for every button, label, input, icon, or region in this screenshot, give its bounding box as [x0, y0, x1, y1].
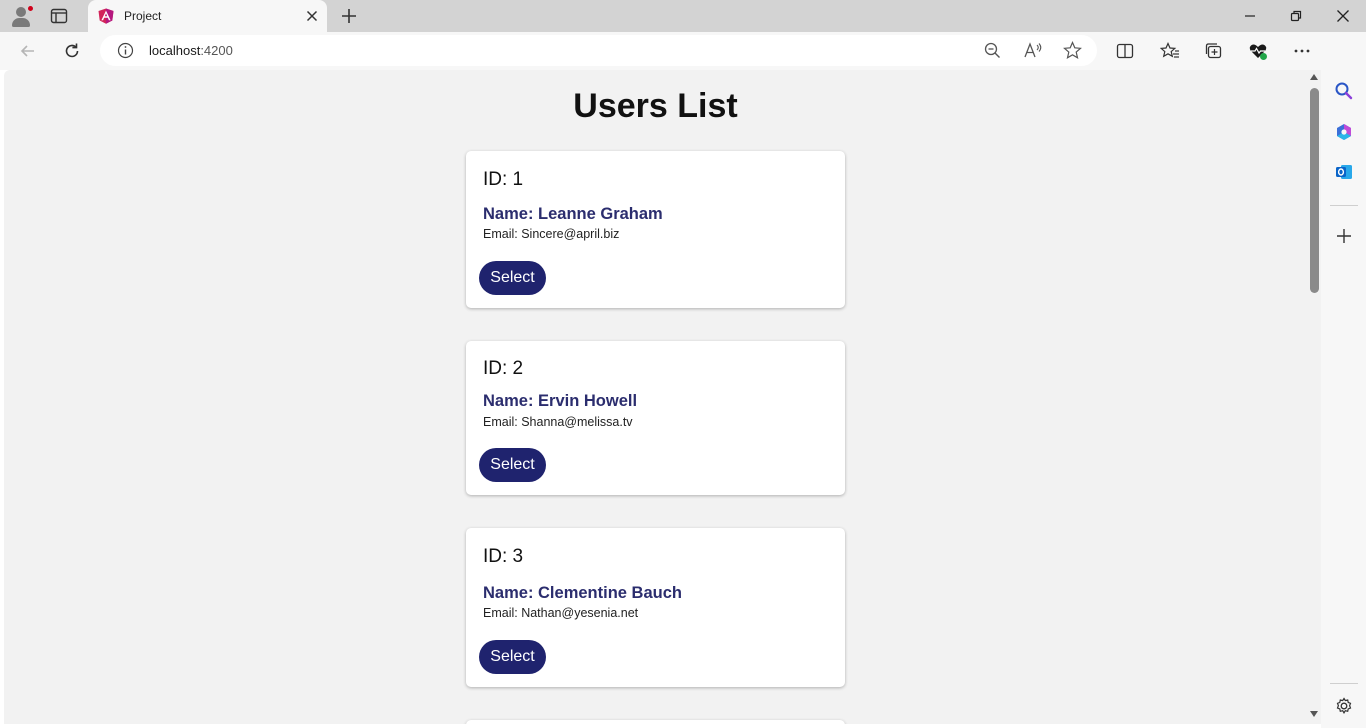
user-card: ID: 3 Name: Clementine Bauch Email: Nath…: [466, 528, 845, 687]
profile-avatar-icon[interactable]: [10, 5, 34, 27]
user-card: ID: 1 Name: Leanne Graham Email: Sincere…: [466, 151, 845, 308]
page-title: Users List: [573, 87, 738, 125]
restore-icon[interactable]: [1286, 6, 1306, 26]
close-window-icon[interactable]: [1333, 6, 1353, 26]
collections-icon[interactable]: [1204, 41, 1224, 61]
user-name: Name: Leanne Graham: [483, 205, 663, 223]
add-sidebar-app-icon[interactable]: [1334, 226, 1354, 246]
address-bar[interactable]: localhost:4200: [100, 35, 1097, 66]
scrollbar-thumb[interactable]: [1310, 88, 1319, 293]
tab-title: Project: [124, 9, 162, 23]
select-user-button[interactable]: Select: [479, 261, 546, 295]
angular-logo-icon: [98, 8, 114, 24]
new-tab-icon[interactable]: [340, 7, 358, 25]
back-arrow-icon[interactable]: [18, 41, 38, 61]
select-user-button[interactable]: Select: [479, 448, 546, 482]
sidebar-divider: [1330, 205, 1358, 206]
page-viewport: Users List ID: 1 Name: Leanne Graham Ema…: [4, 70, 1307, 724]
tab-strip: Project: [0, 0, 1366, 32]
favorites-icon[interactable]: [1160, 41, 1180, 61]
user-card: ID: 2 Name: Ervin Howell Email: Shanna@m…: [466, 341, 845, 495]
favorite-star-icon[interactable]: [1063, 41, 1082, 60]
zoom-out-icon[interactable]: [983, 41, 1002, 60]
user-email: Email: Sincere@april.biz: [483, 227, 620, 241]
browser-essentials-icon[interactable]: [1248, 41, 1268, 61]
url-port: :4200: [200, 43, 233, 58]
outlook-icon[interactable]: [1334, 162, 1354, 182]
notification-dot: [27, 5, 34, 12]
user-email: Email: Nathan@yesenia.net: [483, 606, 639, 620]
user-name: Name: Ervin Howell: [483, 392, 638, 410]
user-id: ID: 2: [483, 358, 524, 379]
sidebar-divider: [1330, 683, 1358, 684]
split-screen-icon[interactable]: [1115, 41, 1135, 61]
refresh-icon[interactable]: [62, 41, 82, 61]
user-card-partial: [466, 720, 845, 724]
user-id: ID: 3: [483, 546, 524, 567]
user-email: Email: Shanna@melissa.tv: [483, 415, 633, 429]
tab-project[interactable]: Project: [88, 0, 327, 32]
info-icon[interactable]: [117, 42, 134, 59]
url-text: localhost:4200: [149, 43, 233, 58]
select-user-button[interactable]: Select: [479, 640, 546, 674]
microsoft-365-icon[interactable]: [1334, 122, 1354, 142]
search-icon[interactable]: [1334, 81, 1354, 101]
read-aloud-icon[interactable]: [1023, 41, 1043, 60]
more-options-icon[interactable]: [1292, 41, 1312, 61]
user-name: Name: Clementine Bauch: [483, 584, 682, 602]
close-tab-icon[interactable]: [304, 8, 320, 24]
scroll-down-arrow-icon[interactable]: [1308, 709, 1320, 719]
user-id: ID: 1: [483, 169, 524, 190]
url-host: localhost: [149, 43, 201, 58]
settings-gear-icon[interactable]: [1334, 696, 1354, 716]
scroll-up-arrow-icon[interactable]: [1308, 72, 1320, 82]
browser-toolbar: localhost:4200: [0, 32, 1366, 70]
minimize-icon[interactable]: [1240, 6, 1260, 26]
tab-actions-icon[interactable]: [50, 8, 68, 24]
